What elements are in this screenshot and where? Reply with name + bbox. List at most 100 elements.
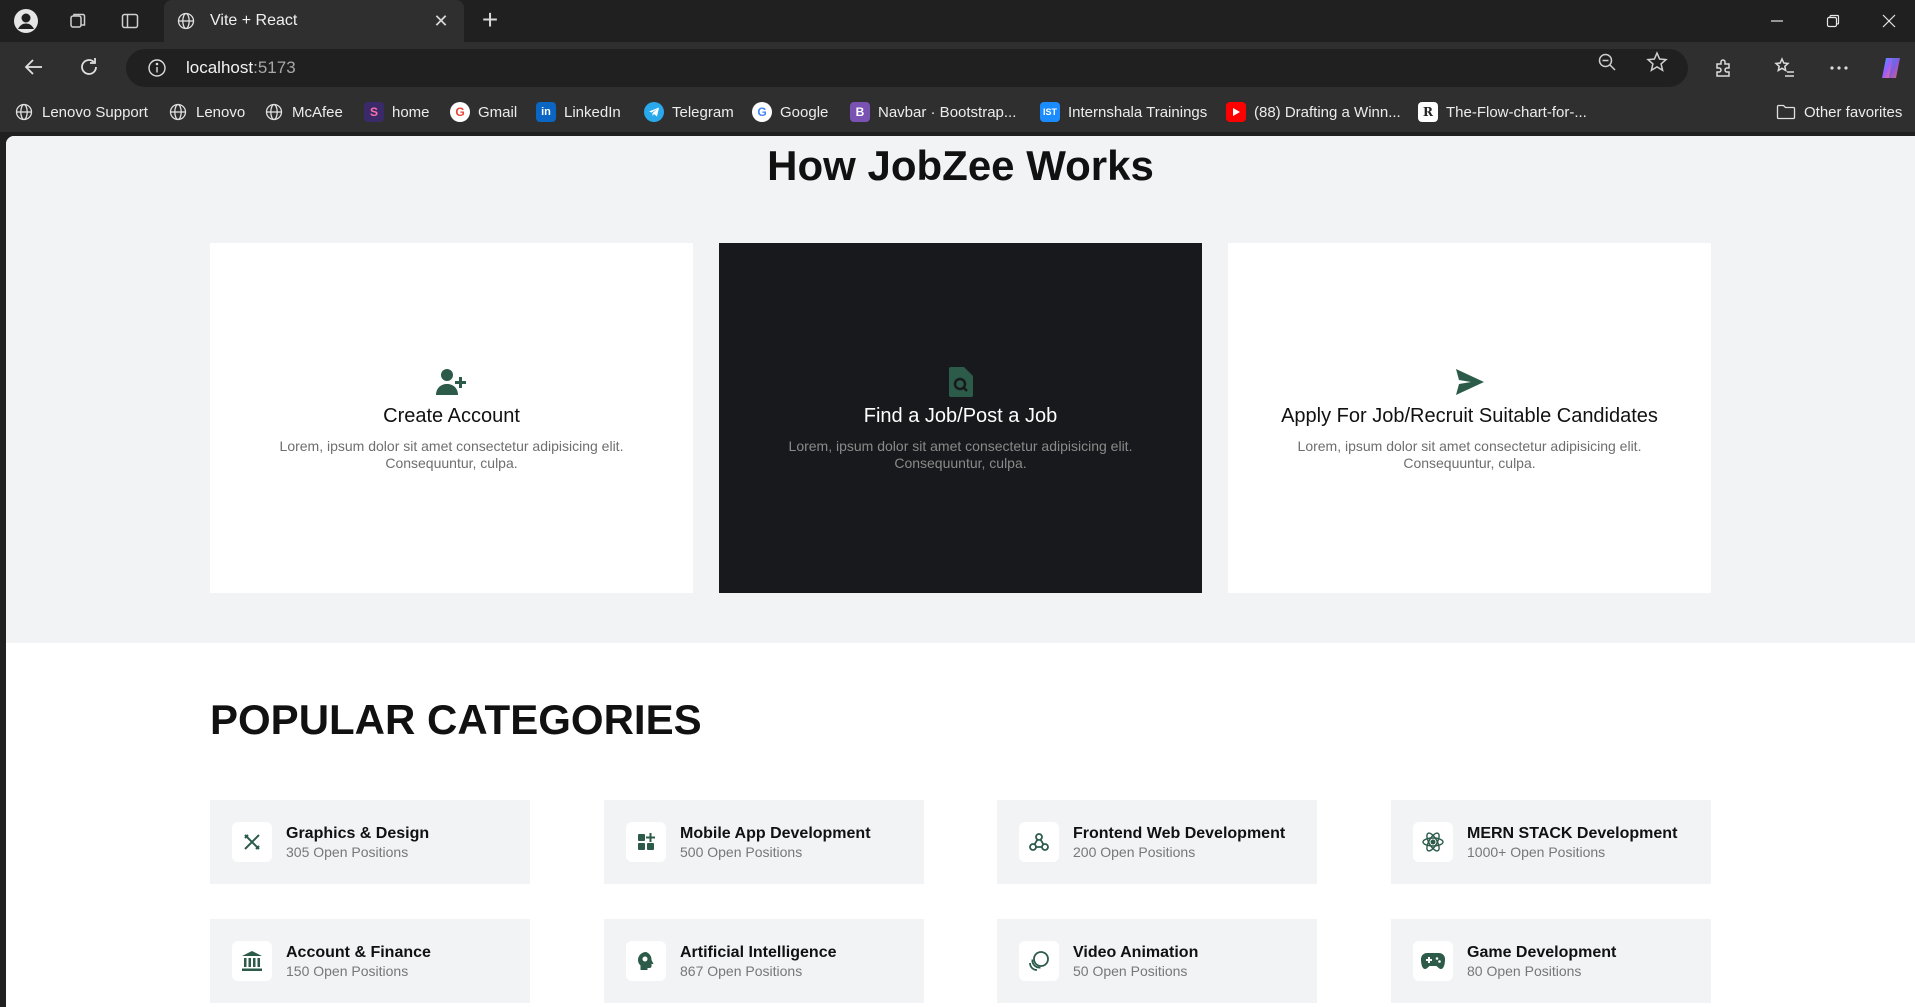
- bookmark-label: Lenovo: [196, 103, 246, 121]
- address-bar[interactable]: localhost:5173: [126, 49, 1688, 87]
- category-card[interactable]: Mobile App Development 500 Open Positions: [604, 800, 924, 884]
- bookmark-flowchart[interactable]: R The-Flow-chart-for-...: [1418, 101, 1587, 123]
- more-menu-icon[interactable]: [1826, 55, 1852, 81]
- category-positions: 500 Open Positions: [680, 843, 803, 860]
- bookmark-label: home: [392, 103, 430, 121]
- category-name: Account & Finance: [286, 943, 431, 961]
- category-card[interactable]: Game Development 80 Open Positions: [1391, 919, 1711, 1003]
- category-positions: 1000+ Open Positions: [1467, 843, 1606, 860]
- favorites-list-icon[interactable]: [1772, 55, 1798, 81]
- category-name: Video Animation: [1073, 943, 1199, 961]
- design-tools-icon: [232, 822, 272, 862]
- globe-icon: [14, 102, 34, 122]
- workspaces-icon[interactable]: [64, 7, 92, 35]
- bookmark-linkedin[interactable]: in LinkedIn: [536, 101, 621, 123]
- webhook-icon: [1019, 822, 1059, 862]
- animation-icon: [1019, 941, 1059, 981]
- browser-tab-bar: Vite + React ✕ +: [0, 0, 1915, 42]
- ist-icon: IST: [1040, 102, 1060, 122]
- step-title: Apply For Job/Recruit Suitable Candidate…: [1281, 404, 1658, 427]
- bookmark-home[interactable]: S home: [364, 101, 430, 123]
- r-logo-icon: R: [1418, 102, 1438, 122]
- url-text[interactable]: localhost:5173: [186, 58, 296, 78]
- gamepad-icon: [1413, 941, 1453, 981]
- zoom-out-icon[interactable]: [1596, 51, 1618, 73]
- step-title: Find a Job/Post a Job: [863, 404, 1058, 427]
- bookmark-google[interactable]: G Google: [752, 101, 828, 123]
- step-card-create-account: Create Account Lorem, ipsum dolor sit am…: [210, 243, 693, 593]
- category-card[interactable]: Artificial Intelligence 867 Open Position…: [604, 919, 924, 1003]
- category-card[interactable]: Account & Finance 150 Open Positions: [210, 919, 530, 1003]
- bookmark-gmail[interactable]: G Gmail: [450, 101, 517, 123]
- globe-icon: [264, 102, 284, 122]
- how-it-works-title: How JobZee Works: [767, 142, 1154, 189]
- copilot-icon[interactable]: [1878, 55, 1904, 81]
- active-tab[interactable]: Vite + React ✕: [164, 0, 464, 42]
- bookmark-bootstrap[interactable]: B Navbar · Bootstrap...: [850, 101, 1016, 123]
- s-logo-icon: S: [364, 102, 384, 122]
- tab-title: Vite + React: [210, 12, 298, 29]
- category-positions: 305 Open Positions: [286, 843, 409, 860]
- category-positions: 200 Open Positions: [1073, 843, 1196, 860]
- category-card[interactable]: MERN STACK Development 1000+ Open Positio…: [1391, 800, 1711, 884]
- site-info-icon[interactable]: [146, 57, 168, 79]
- profile-avatar-icon[interactable]: [12, 7, 40, 35]
- apps-icon: [626, 822, 666, 862]
- category-positions: 80 Open Positions: [1467, 962, 1582, 979]
- user-plus-icon: [435, 365, 469, 399]
- bookmark-lenovo[interactable]: Lenovo: [168, 101, 245, 123]
- popular-categories-title: POPULAR CATEGORIES: [210, 696, 702, 743]
- google-icon: G: [450, 102, 470, 122]
- bootstrap-icon: B: [850, 102, 870, 122]
- category-card[interactable]: Graphics & Design 305 Open Positions: [210, 800, 530, 884]
- category-name: Frontend Web Development: [1073, 824, 1286, 842]
- bookmark-lenovo-support[interactable]: Lenovo Support: [14, 101, 148, 123]
- globe-icon: [168, 102, 188, 122]
- url-host: localhost: [186, 58, 254, 77]
- bookmark-label: (88) Drafting a Winn...: [1254, 103, 1401, 121]
- bookmark-telegram[interactable]: Telegram: [644, 101, 734, 123]
- favorite-star-icon[interactable]: [1646, 51, 1668, 73]
- bookmark-label: Internshala Trainings: [1068, 103, 1208, 121]
- category-card[interactable]: Frontend Web Development 200 Open Positio…: [997, 800, 1317, 884]
- category-name: Game Development: [1467, 943, 1617, 961]
- bookmark-label: McAfee: [292, 103, 343, 121]
- category-positions: 150 Open Positions: [286, 962, 409, 979]
- minimize-icon[interactable]: [1764, 8, 1790, 34]
- globe-icon: [176, 11, 196, 31]
- url-port: :5173: [253, 58, 296, 77]
- bookmark-label: Google: [780, 103, 829, 121]
- category-positions: 867 Open Positions: [680, 962, 803, 979]
- step-description: Lorem, ipsum dolor sit amet consectetur …: [788, 437, 1133, 471]
- category-card[interactable]: Video Animation 50 Open Positions: [997, 919, 1317, 1003]
- close-window-icon[interactable]: [1876, 8, 1902, 34]
- refresh-icon[interactable]: [74, 52, 104, 82]
- bookmark-label: The-Flow-chart-for-...: [1446, 103, 1587, 121]
- extensions-icon[interactable]: [1711, 55, 1737, 81]
- other-favorites[interactable]: Other favorites: [1776, 101, 1902, 123]
- bookmark-label: Gmail: [478, 103, 518, 121]
- bank-icon: [232, 941, 272, 981]
- bookmark-label: Lenovo Support: [42, 103, 148, 121]
- restore-icon[interactable]: [1820, 8, 1846, 34]
- bookmark-label: Navbar · Bootstrap...: [878, 103, 1017, 121]
- bookmark-label: LinkedIn: [564, 103, 621, 121]
- step-card-find-job: Find a Job/Post a Job Lorem, ipsum dolor…: [719, 243, 1202, 593]
- close-tab-icon[interactable]: ✕: [430, 10, 452, 32]
- category-name: Mobile App Development: [680, 824, 871, 842]
- bookmark-youtube[interactable]: (88) Drafting a Winn...: [1226, 101, 1401, 123]
- youtube-icon: [1226, 102, 1246, 122]
- file-search-icon: [944, 365, 978, 399]
- brain-icon: [626, 941, 666, 981]
- back-arrow-icon[interactable]: [19, 52, 49, 82]
- step-title: Create Account: [383, 404, 520, 427]
- vertical-tabs-icon[interactable]: [116, 7, 144, 35]
- new-tab-button[interactable]: +: [476, 6, 504, 35]
- step-description: Lorem, ipsum dolor sit amet consectetur …: [1297, 437, 1642, 471]
- folder-icon: [1776, 102, 1796, 122]
- bookmark-label: Telegram: [672, 103, 734, 121]
- bookmark-internshala[interactable]: IST Internshala Trainings: [1040, 101, 1207, 123]
- browser-toolbar: localhost:5173: [0, 42, 1915, 92]
- bookmark-mcafee[interactable]: McAfee: [264, 101, 343, 123]
- other-favorites-label: Other favorites: [1804, 103, 1903, 121]
